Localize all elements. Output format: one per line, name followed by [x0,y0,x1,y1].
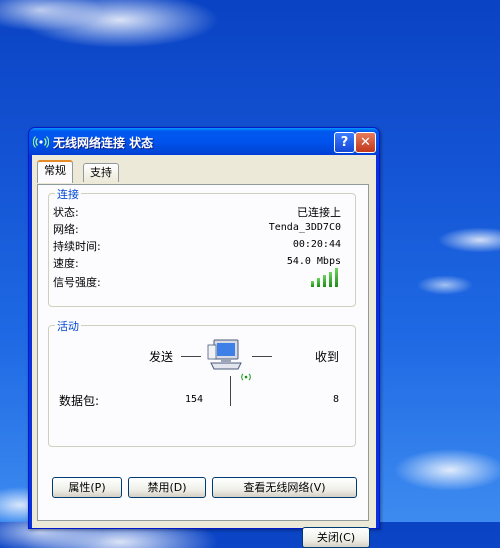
signal-bar [317,278,320,287]
activity-group-title: 活动 [55,318,81,334]
sent-label: 发送 [149,350,174,364]
dialog-client-area: 常规 支持 连接 状态: 已连接上 网络: Tenda_3DD7C0 持续时间:… [32,155,376,548]
signal-bar [323,275,326,287]
connection-line [252,356,272,357]
network-label: 网络: [53,223,79,236]
status-value: 已连接上 [297,206,341,219]
tab-support[interactable]: 支持 [83,163,119,182]
sent-line [181,356,201,357]
disable-button[interactable]: 禁用(D) [128,477,206,498]
packets-received-value: 8 [333,394,340,405]
signal-bar [311,281,314,287]
network-value: Tenda_3DD7C0 [268,222,341,233]
wireless-signal-icon [241,373,251,381]
signal-bar [329,272,332,287]
speed-value: 54.0 Mbps [286,256,341,267]
packets-sent-value: 154 [185,394,204,405]
connection-vertical-line [230,376,231,406]
wireless-network-icon [33,136,49,148]
title-bar[interactable]: 无线网络连接 状态 ? ✕ [29,128,379,155]
tab-general[interactable]: 常规 [37,160,73,183]
status-dialog: 无线网络连接 状态 ? ✕ 常规 支持 连接 状态: 已连接上 网络: Tend… [28,127,380,548]
speed-label: 速度: [53,257,79,270]
close-window-button[interactable]: ✕ [355,132,376,153]
connection-group: 连接 状态: 已连接上 网络: Tenda_3DD7C0 持续时间: 00:20… [48,186,356,307]
help-button[interactable]: ? [334,132,355,153]
activity-group: 活动 发送 收到 数据包: 154 8 [48,318,356,447]
duration-label: 持续时间: [53,240,101,253]
view-wireless-networks-button[interactable]: 查看无线网络(V) [212,477,357,498]
signal-strength-label: 信号强度: [53,276,101,289]
window-title: 无线网络连接 状态 [53,136,154,150]
tab-panel-general: 连接 状态: 已连接上 网络: Tenda_3DD7C0 持续时间: 00:20… [37,184,369,521]
status-label: 状态: [53,206,79,219]
signal-strength-icon [311,268,341,287]
close-button[interactable]: 关闭(C) [302,527,370,548]
connection-group-title: 连接 [55,186,81,202]
properties-button[interactable]: 属性(P) [52,477,122,498]
packets-label: 数据包: [59,394,100,408]
signal-bar [335,268,338,287]
received-label: 收到 [315,350,340,364]
duration-value: 00:20:44 [292,239,341,250]
